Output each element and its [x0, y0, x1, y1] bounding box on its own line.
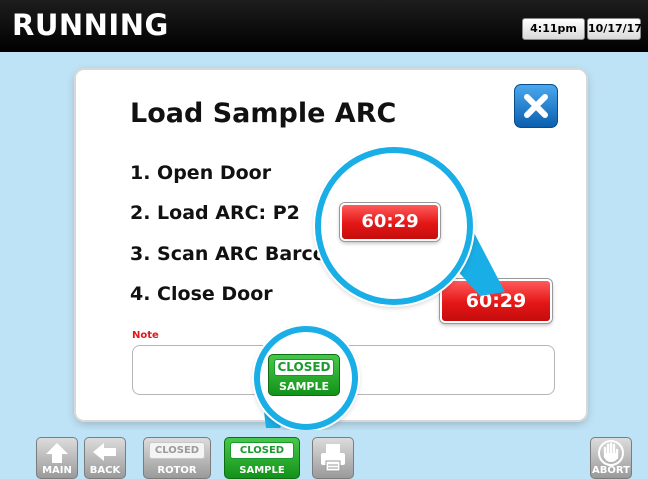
abort-label: ABORT: [592, 465, 630, 476]
abort-button[interactable]: ABORT: [590, 437, 632, 479]
back-button[interactable]: BACK: [84, 437, 126, 479]
left-arrow-icon: [93, 443, 116, 461]
sample-status: CLOSED: [230, 442, 294, 459]
rotor-label: ROTOR: [157, 465, 197, 476]
timer-zoom-label: 60:29: [340, 203, 440, 241]
main-button[interactable]: MAIN: [36, 437, 78, 479]
timer-zoom-callout: 60:29: [315, 147, 473, 305]
sample-zoom-callout: CLOSED SAMPLE: [254, 326, 358, 430]
printer-icon: [321, 444, 345, 472]
print-button[interactable]: [312, 437, 354, 479]
sample-zoom-status: CLOSED: [274, 359, 334, 376]
rotor-status: CLOSED: [149, 442, 205, 459]
sample-zoom-label: SAMPLE: [279, 380, 329, 393]
hand-stop-icon: [598, 440, 624, 466]
rotor-button[interactable]: CLOSED ROTOR: [143, 437, 211, 479]
up-arrow-icon: [46, 443, 68, 463]
sample-label: SAMPLE: [239, 465, 285, 476]
main-label: MAIN: [42, 465, 72, 476]
sample-zoom-button: CLOSED SAMPLE: [268, 354, 340, 396]
sample-button[interactable]: CLOSED SAMPLE: [224, 437, 300, 479]
back-label: BACK: [89, 465, 121, 476]
